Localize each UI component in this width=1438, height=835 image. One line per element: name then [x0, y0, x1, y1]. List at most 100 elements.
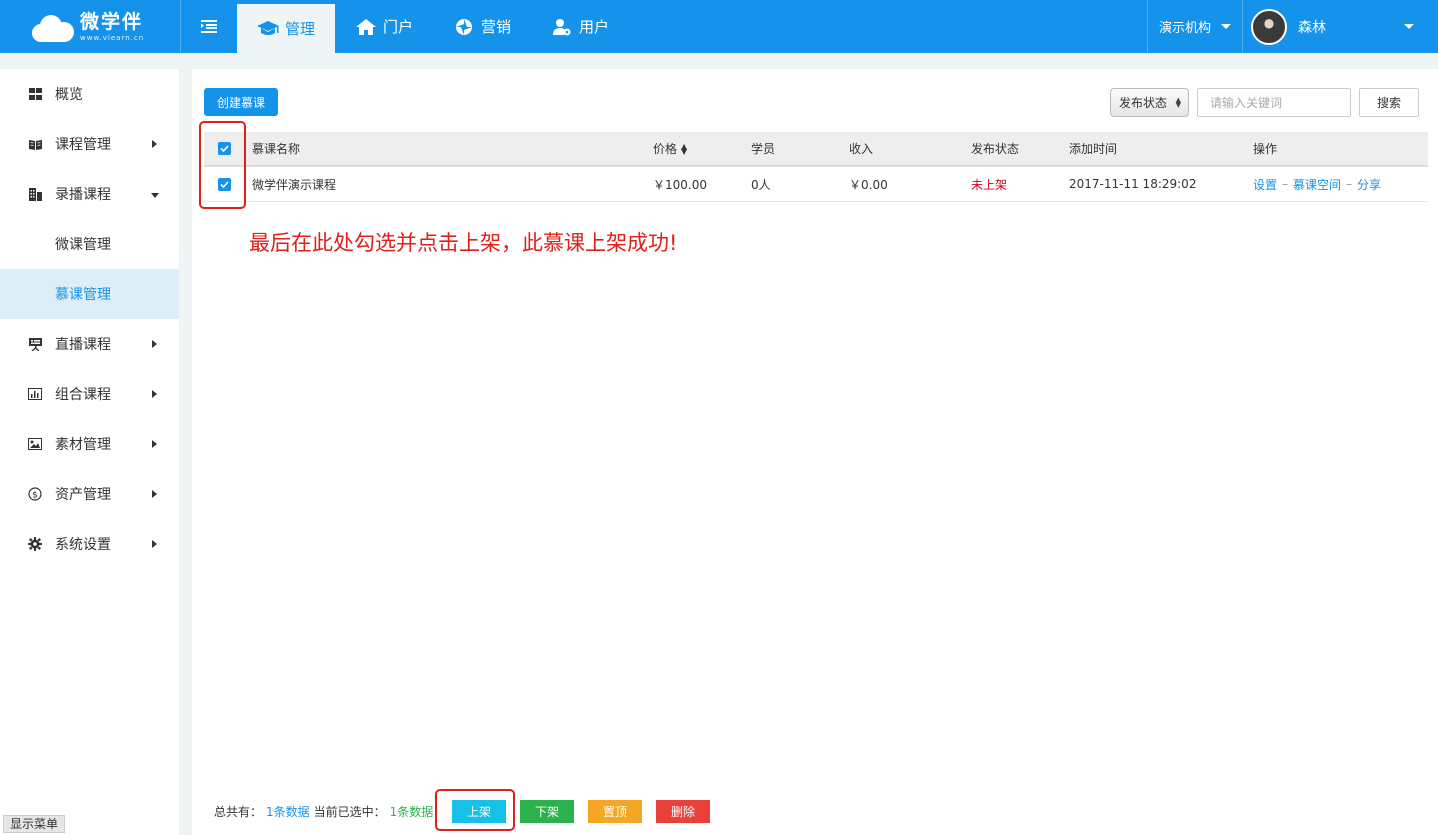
gear-icon — [28, 537, 42, 551]
annotation-text: 最后在此处勾选并点击上架，此慕课上架成功! — [249, 231, 678, 255]
table-header: 慕课名称 价格 ▲ ▼ 学员 收入 发布状态 添加时间 操作 — [204, 132, 1428, 167]
presentation-icon — [28, 337, 42, 351]
chevron-right-icon — [152, 490, 157, 498]
nav-tab-manage[interactable]: 管理 — [237, 0, 336, 53]
course-price: ￥100.00 — [653, 177, 707, 192]
column-header-label: 价格 — [653, 142, 678, 156]
chevron-right-icon — [152, 390, 157, 398]
nav-tab-portal[interactable]: 门户 — [335, 0, 433, 53]
sidebar-item-overview[interactable]: 概览 — [0, 69, 179, 119]
sidebar-item-recorded-course[interactable]: 录播课程 — [0, 169, 179, 219]
sidebar-item-label: 课程管理 — [55, 137, 111, 153]
row-actions: 设置 – 慕课空间 – 分享 — [1253, 167, 1381, 201]
chevron-right-icon — [152, 440, 157, 448]
sidebar-item-course-manage[interactable]: 课程管理 — [0, 119, 179, 169]
nav-tab-label: 门户 — [383, 18, 414, 36]
top-bar: 微学伴 www.viearn.cn 管理 门户 营销 用户 演示机构 森林 — [0, 0, 1438, 53]
updown-arrows-icon: ▲ ▼ — [1175, 96, 1181, 109]
user-gear-icon — [551, 17, 573, 37]
table-row: 微学伴演示课程 ￥100.00 0人 ￥0.00 未上架 2017-11-11 … — [204, 167, 1428, 202]
chevron-down-icon — [1221, 24, 1231, 29]
image-icon — [28, 437, 42, 451]
sidebar-item-label: 系统设置 — [55, 537, 111, 553]
status-filter-select[interactable]: 发布状态 ▲ ▼ — [1110, 88, 1189, 117]
column-header-price[interactable]: 价格 ▲ ▼ — [653, 132, 687, 165]
course-added-time: 2017-11-11 18:29:02 — [1069, 177, 1197, 191]
course-income: ￥0.00 — [849, 177, 888, 192]
sidebar-item-mooc[interactable]: 慕课管理 — [0, 269, 179, 319]
column-header-students: 学员 — [751, 142, 776, 156]
sidebar-item-assets[interactable]: $ 资产管理 — [0, 469, 179, 519]
column-header-added: 添加时间 — [1069, 142, 1118, 156]
book-icon — [28, 137, 42, 151]
nav-tab-label: 营销 — [481, 18, 512, 36]
nav-tab-marketing[interactable]: 营销 — [433, 0, 531, 53]
mooc-space-link[interactable]: 慕课空间 — [1293, 176, 1341, 193]
nav-tab-users[interactable]: 用户 — [531, 0, 629, 53]
separator: – — [1282, 177, 1289, 191]
brand-name: 微学伴 — [80, 10, 144, 33]
annotation-highlight-checkbox — [199, 121, 246, 209]
course-students: 0人 — [751, 177, 771, 192]
unpublish-button[interactable]: 下架 — [520, 800, 574, 823]
separator: – — [1346, 177, 1353, 191]
main-nav: 管理 门户 营销 用户 — [237, 0, 629, 53]
status-badge: 未上架 — [971, 177, 1008, 192]
sidebar-item-live-course[interactable]: 直播课程 — [0, 319, 179, 369]
chevron-right-icon — [152, 540, 157, 548]
footer-summary: 总共有： 1条数据 当前已选中： 1条数据 — [214, 799, 433, 823]
column-header-income: 收入 — [849, 142, 874, 156]
share-link[interactable]: 分享 — [1357, 176, 1381, 193]
aperture-icon — [453, 17, 475, 37]
dollar-circle-icon: $ — [28, 487, 42, 501]
home-icon — [355, 17, 377, 37]
selected-label: 当前已选中： — [313, 804, 386, 819]
sidebar-item-label: 概览 — [55, 87, 83, 103]
course-name: 微学伴演示课程 — [252, 177, 337, 192]
pin-top-button[interactable]: 置顶 — [588, 800, 642, 823]
sidebar-item-materials[interactable]: 素材管理 — [0, 419, 179, 469]
sidebar: 概览 课程管理 录播课程 微课管理 慕课管理 直播课程 组合课程 素材管理 $ … — [0, 69, 179, 835]
avatar — [1251, 8, 1287, 45]
total-count: 1条数据 — [266, 804, 310, 819]
nav-tab-label: 管理 — [285, 20, 316, 38]
sidebar-item-micro-course[interactable]: 微课管理 — [0, 219, 179, 269]
user-menu[interactable]: 森林 — [1243, 0, 1438, 53]
graduation-cap-icon — [257, 19, 279, 39]
building-icon — [28, 187, 42, 201]
cloud-logo-icon — [30, 12, 76, 42]
sidebar-item-label: 微课管理 — [55, 237, 111, 253]
brand-logo[interactable]: 微学伴 www.viearn.cn — [30, 9, 160, 45]
search-button[interactable]: 搜索 — [1359, 88, 1419, 117]
chevron-down-icon — [1404, 24, 1414, 29]
grid-icon — [28, 87, 42, 101]
chevron-down-icon — [151, 193, 159, 198]
create-mooc-button[interactable]: 创建慕课 — [204, 88, 278, 116]
menu-toggle-button[interactable] — [181, 0, 237, 53]
sidebar-item-label: 直播课程 — [55, 337, 111, 353]
nav-tab-label: 用户 — [579, 18, 610, 36]
keyword-search-input[interactable] — [1197, 88, 1351, 117]
show-menu-button[interactable]: 显示菜单 — [3, 815, 66, 833]
annotation-highlight-publish — [435, 789, 515, 831]
status-filter-value: 发布状态 — [1119, 96, 1168, 110]
sidebar-item-bundle-course[interactable]: 组合课程 — [0, 369, 179, 419]
sidebar-item-label: 录播课程 — [55, 187, 111, 203]
settings-link[interactable]: 设置 — [1253, 176, 1277, 193]
sidebar-item-label: 慕课管理 — [55, 287, 111, 303]
sort-icon: ▲ ▼ — [681, 141, 688, 156]
total-label: 总共有： — [214, 804, 263, 819]
org-switcher[interactable]: 演示机构 — [1148, 0, 1242, 53]
indent-menu-icon — [201, 20, 217, 33]
column-header-ops: 操作 — [1253, 142, 1278, 156]
delete-button[interactable]: 删除 — [656, 800, 710, 823]
org-name: 演示机构 — [1158, 21, 1211, 36]
selected-count: 1条数据 — [389, 804, 434, 819]
user-name: 森林 — [1298, 19, 1326, 36]
mooc-table: 慕课名称 价格 ▲ ▼ 学员 收入 发布状态 添加时间 操作 微学伴演示课程 ￥1… — [204, 132, 1428, 202]
svg-text:$: $ — [32, 491, 38, 501]
main-content: 创建慕课 发布状态 ▲▼ 搜索 慕课名称 价格 ▲▼ 学员 收入 发布状态 添加… — [192, 69, 1438, 835]
column-header-name: 慕课名称 — [252, 142, 301, 156]
brand-domain: www.viearn.cn — [80, 33, 145, 42]
sidebar-item-settings[interactable]: 系统设置 — [0, 519, 179, 569]
